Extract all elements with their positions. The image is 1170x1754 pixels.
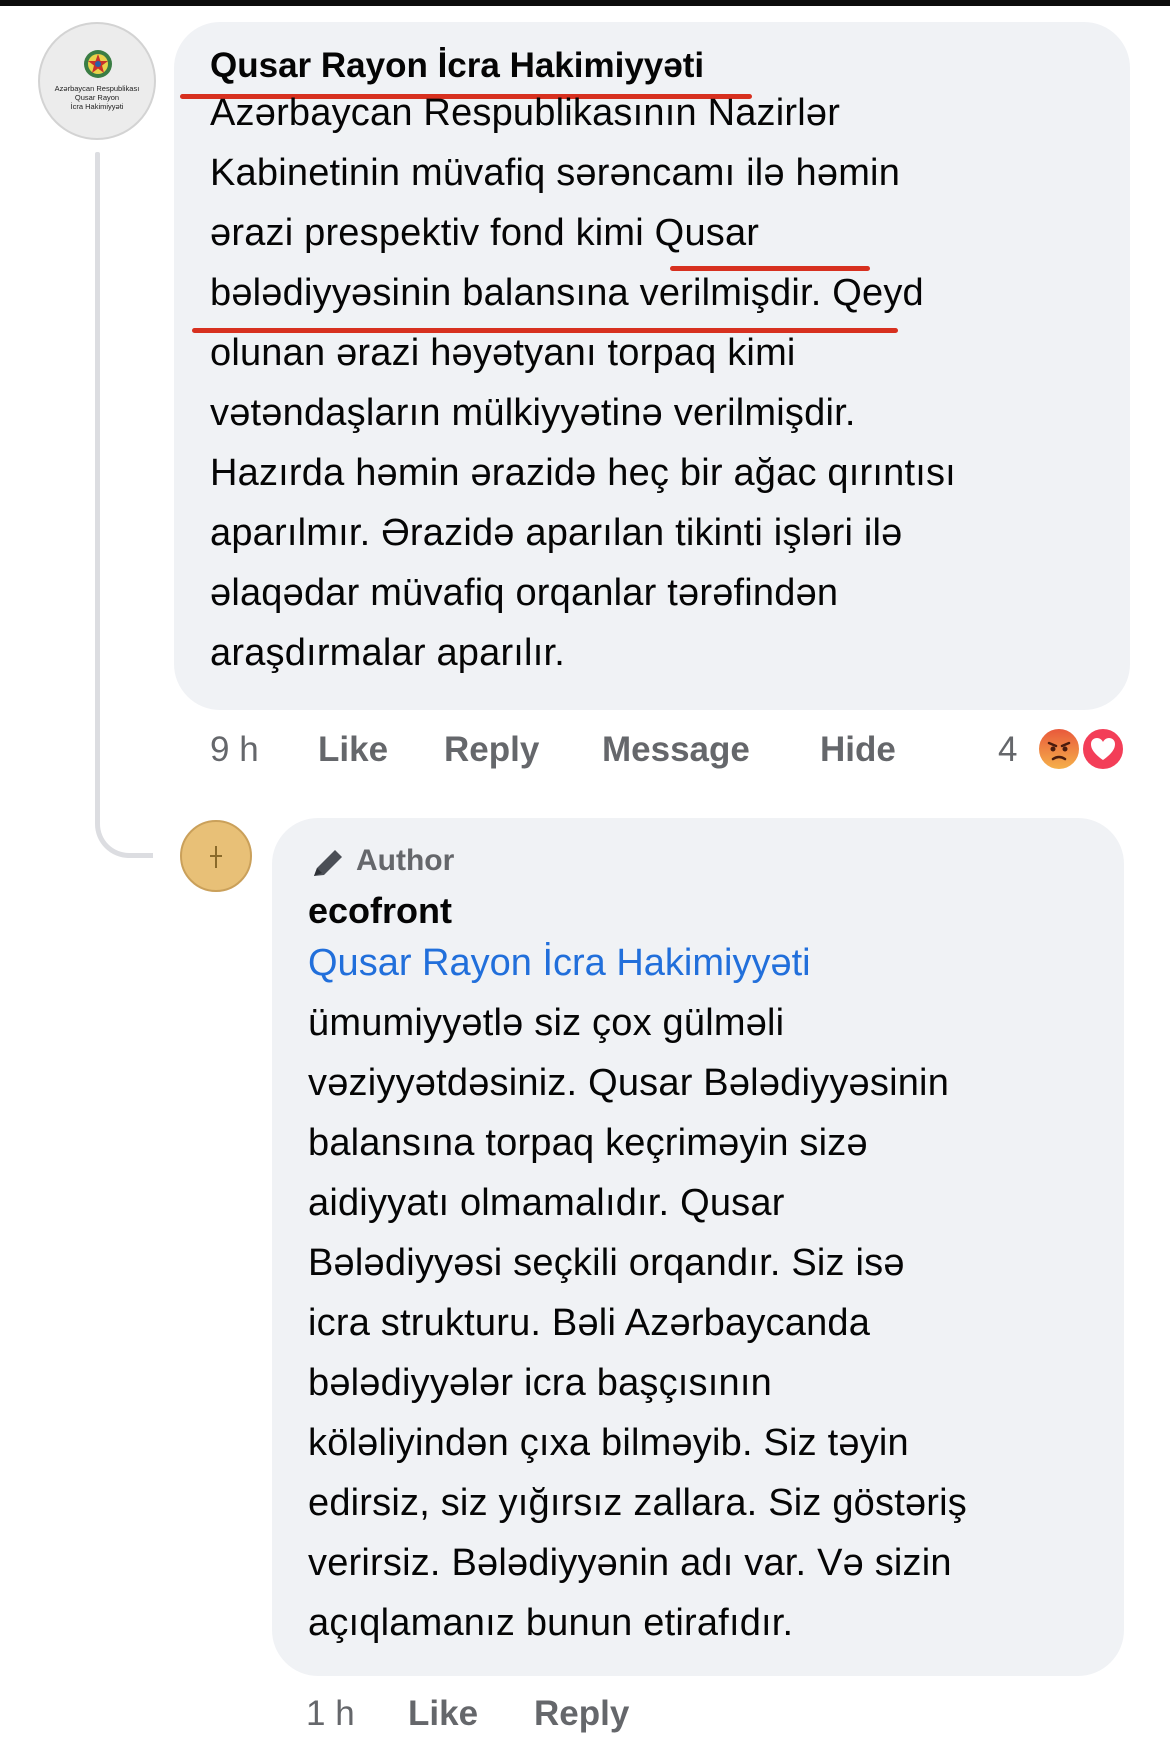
avatar[interactable] bbox=[180, 820, 252, 892]
comment-text-line: Kabinetinin müvafiq sərəncamı ilə həmin bbox=[210, 152, 901, 194]
hide-button[interactable]: Hide bbox=[820, 730, 896, 770]
timestamp[interactable]: 1 h bbox=[306, 1694, 355, 1734]
comment-text-line: verirsiz. Bələdiyyənin adı var. Və sizin bbox=[308, 1542, 952, 1584]
comment-text-line: bələdiyyəsinin balansına verilmişdir. Qe… bbox=[210, 272, 924, 314]
comment-bubble: Qusar Rayon İcra Hakimiyyəti Azərbaycan … bbox=[174, 22, 1130, 710]
comment-text-line: Bələdiyyəsi seçkili orqandır. Siz isə bbox=[308, 1242, 905, 1284]
comment-author[interactable]: ecofront bbox=[308, 890, 452, 932]
comment-author[interactable]: Qusar Rayon İcra Hakimiyyəti bbox=[210, 46, 704, 86]
top-edge-bar bbox=[0, 0, 1170, 6]
author-badge-label: Author bbox=[356, 844, 455, 877]
reply-button[interactable]: Reply bbox=[444, 730, 539, 770]
red-annotation-underline bbox=[670, 266, 870, 271]
comment-text-line: ümumiyyətlə siz çox gülməli bbox=[308, 1002, 785, 1044]
reply-connector bbox=[95, 780, 153, 858]
comment-text-line: açıqlamanız bunun etirafıdır. bbox=[308, 1602, 794, 1644]
comment-text-line: Hazırda həmin ərazidə heç bir ağac qırın… bbox=[210, 452, 956, 494]
avatar-caption: Azərbaycan Respublikası Qusar Rayon İcra… bbox=[40, 84, 154, 111]
comment-text-line: əlaqədar müvafiq orqanlar tərəfindən bbox=[210, 572, 839, 614]
avatar-glyph-icon bbox=[210, 846, 222, 868]
comment-text-line: olunan ərazi həyətyanı torpaq kimi bbox=[210, 332, 796, 374]
emblem-icon bbox=[84, 50, 112, 78]
reaction-count: 4 bbox=[998, 730, 1018, 769]
comment-text-line: Azərbaycan Respublikasının Nazirlər bbox=[210, 92, 841, 134]
comment-text-line: ərazi prespektiv fond kimi Qusar bbox=[210, 212, 760, 254]
avatar-caption-line: Qusar Rayon bbox=[74, 93, 120, 102]
message-button[interactable]: Message bbox=[602, 730, 750, 770]
avatar-caption-line: İcra Hakimiyyəti bbox=[70, 102, 124, 111]
comment-text-line: edirsiz, siz yığırsız zallara. Siz göstə… bbox=[308, 1482, 967, 1524]
like-button[interactable]: Like bbox=[318, 730, 388, 770]
reply-button[interactable]: Reply bbox=[534, 1694, 629, 1734]
thread-line bbox=[95, 152, 100, 812]
comment-text-line: aidiyyatı olmamalıdır. Qusar bbox=[308, 1182, 785, 1224]
timestamp[interactable]: 9 h bbox=[210, 730, 259, 770]
reply-bubble: Author ecofront Qusar Rayon İcra Hakimiy… bbox=[272, 818, 1124, 1676]
comment-text-line: balansına torpaq keçriməyin sizə bbox=[308, 1122, 868, 1164]
pencil-icon bbox=[314, 850, 342, 876]
comment-text-line: vəziyyətdəsiniz. Qusar Bələdiyyəsinin bbox=[308, 1062, 950, 1104]
comment-text-line: aparılmır. Ərazidə aparılan tikinti işlə… bbox=[210, 512, 903, 554]
mention-link[interactable]: Qusar Rayon İcra Hakimiyyəti bbox=[308, 942, 811, 985]
reactions-summary[interactable]: 4 bbox=[998, 722, 1138, 774]
avatar[interactable]: Azərbaycan Respublikası Qusar Rayon İcra… bbox=[38, 22, 156, 140]
love-reaction-icon bbox=[1080, 726, 1126, 772]
comment-text-line: köləliyindən çıxa bilməyib. Siz təyin bbox=[308, 1422, 909, 1464]
avatar-caption-line: Azərbaycan Respublikası bbox=[54, 84, 140, 93]
like-button[interactable]: Like bbox=[408, 1694, 478, 1734]
angry-reaction-icon bbox=[1036, 726, 1082, 772]
comment-text-line: bələdiyyələr icra başçısının bbox=[308, 1362, 772, 1404]
comment-text-line: araşdırmalar aparılır. bbox=[210, 632, 565, 674]
comment-text-line: vətəndaşların mülkiyyətinə verilmişdir. bbox=[210, 392, 856, 434]
comment-text-line: icra strukturu. Bəli Azərbaycanda bbox=[308, 1302, 871, 1344]
